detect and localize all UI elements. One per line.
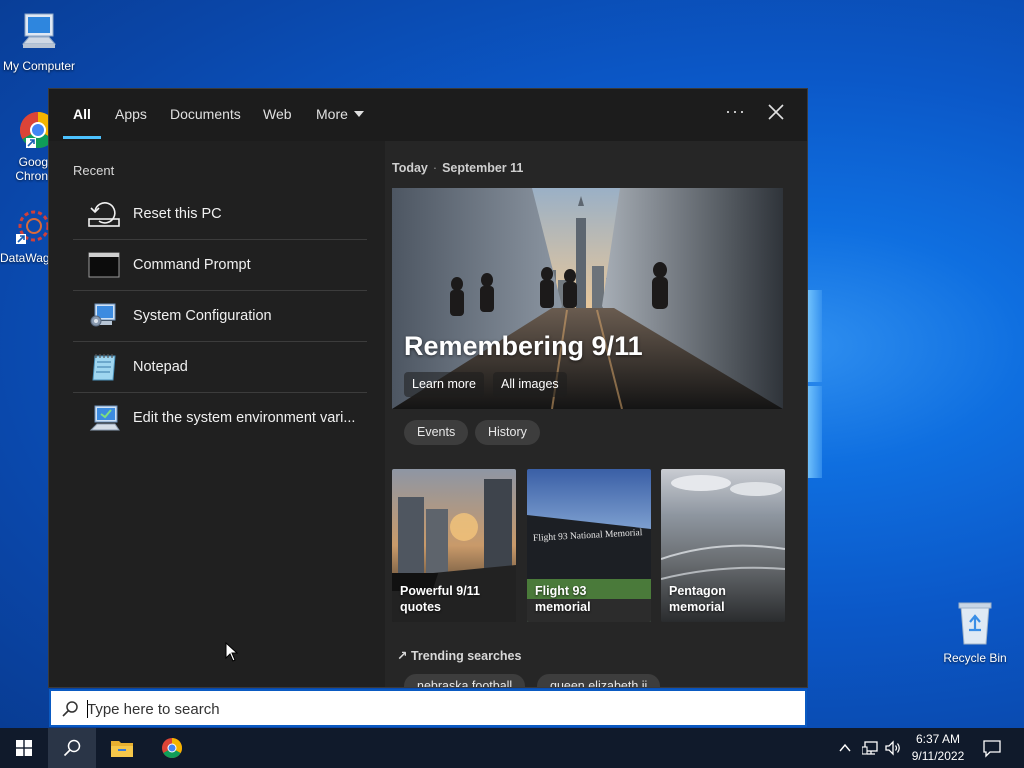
card-caption-line2: memorial: [669, 600, 725, 614]
desktop-icon-chrome[interactable]: Goog Chron: [0, 106, 48, 183]
history-chip[interactable]: History: [475, 420, 540, 445]
ellipsis-icon[interactable]: ···: [725, 101, 746, 122]
search-box[interactable]: [49, 689, 807, 727]
computer-icon: [21, 13, 57, 48]
card-caption: Powerful 9/11 quotes: [400, 583, 480, 615]
notepad-icon: [92, 354, 116, 381]
all-images-button[interactable]: All images: [493, 372, 567, 397]
recent-item-reset-pc[interactable]: Reset this PC: [73, 189, 367, 240]
search-panel: All Apps Documents Web More ··· Recent R…: [48, 88, 808, 688]
windows-logo-icon: [16, 740, 32, 756]
learn-more-button[interactable]: Learn more: [404, 372, 484, 397]
recycle-bin-icon: [958, 602, 992, 645]
tab-apps[interactable]: Apps: [115, 106, 147, 122]
recent-column: Recent Reset this PC Command Prompt Syst…: [49, 141, 385, 687]
command-prompt-icon: [88, 252, 120, 278]
start-button[interactable]: [0, 728, 48, 768]
recent-list: Reset this PC Command Prompt System Conf…: [73, 189, 367, 444]
recent-item-label: Reset this PC: [133, 206, 222, 222]
desktop-icon-label: Goog Chron: [15, 155, 48, 183]
desktop-icon-recycle-bin[interactable]: Recycle Bin: [936, 600, 1014, 665]
tab-documents[interactable]: Documents: [170, 106, 241, 122]
folder-icon: [111, 741, 133, 757]
card-pentagon-memorial[interactable]: Pentagon memorial: [661, 469, 785, 622]
card-caption: Pentagon memorial: [669, 583, 726, 615]
taskbar: 6:37 AM 9/11/2022: [0, 728, 1024, 768]
tab-web[interactable]: Web: [263, 106, 292, 122]
today-heading: Today · September 11: [392, 161, 524, 175]
clock-time: 6:37 AM: [915, 732, 961, 746]
recent-item-system-configuration[interactable]: System Configuration: [73, 291, 367, 342]
card-caption: Flight 93 memorial: [535, 583, 591, 615]
close-icon[interactable]: [767, 103, 785, 121]
hero-card[interactable]: Remembering 9/11 Learn more All images: [392, 188, 783, 409]
active-tab-indicator: [63, 136, 101, 139]
taskbar-search-button[interactable]: [48, 728, 96, 768]
clock-date: 9/11/2022: [911, 749, 965, 763]
chrome-icon: [19, 111, 48, 148]
card-flight-93-memorial[interactable]: Flight 93 National Memorial Flight 93 mem…: [527, 469, 651, 622]
chevron-up-icon[interactable]: [838, 740, 852, 756]
recent-item-label: Edit the system environment vari...: [133, 410, 356, 426]
card-caption-line1: Powerful 9/11: [400, 584, 480, 598]
recent-item-notepad[interactable]: Notepad: [73, 342, 367, 393]
card-caption-line2: memorial: [535, 600, 591, 614]
search-icon: [62, 701, 78, 717]
system-clock[interactable]: 6:37 AM 9/11/2022: [904, 731, 972, 765]
tab-more[interactable]: More: [316, 106, 364, 122]
search-tabs-bar: All Apps Documents Web More ···: [49, 89, 807, 141]
tab-all[interactable]: All: [73, 106, 91, 122]
network-icon[interactable]: [862, 739, 880, 757]
recent-item-label: System Configuration: [133, 308, 272, 324]
trending-chip[interactable]: queen elizabeth ii: [537, 674, 661, 687]
trending-chip[interactable]: nebraska football: [404, 674, 526, 687]
card-powerful-quotes[interactable]: Powerful 9/11 quotes: [392, 469, 516, 622]
datawag-icon: [16, 210, 48, 244]
windows-logo-wallpaper: [808, 290, 822, 480]
trending-title: Trending searches: [410, 649, 522, 663]
hero-title: Remembering 9/11: [404, 331, 643, 361]
taskbar-file-explorer[interactable]: [98, 728, 146, 768]
mouse-pointer-icon: [225, 642, 239, 662]
card-caption-line1: Pentagon: [669, 584, 726, 598]
volume-icon[interactable]: [884, 739, 902, 757]
desktop-icon-label: My Computer: [2, 59, 76, 73]
chrome-icon: [162, 738, 182, 758]
card-caption-line2: quotes: [400, 600, 441, 614]
recent-item-label: Notepad: [133, 359, 188, 375]
tab-more-label: More: [316, 106, 348, 122]
search-icon: [63, 739, 81, 757]
reset-pc-icon: [88, 202, 120, 227]
today-label: Today: [392, 161, 428, 175]
system-configuration-icon: [90, 303, 116, 327]
card-caption-line1: Flight 93: [535, 584, 587, 598]
desktop-icon-my-computer[interactable]: My Computer: [0, 10, 78, 73]
recent-item-system-environment[interactable]: Edit the system environment vari...: [73, 393, 367, 444]
desktop-icon-label: Recycle Bin: [943, 651, 1007, 665]
events-chip[interactable]: Events: [404, 420, 469, 445]
taskbar-chrome[interactable]: [148, 728, 196, 768]
recent-item-label: Command Prompt: [133, 257, 251, 273]
chevron-down-icon: [353, 111, 364, 117]
system-properties-icon: [89, 405, 120, 431]
desktop-icon-datawag[interactable]: DataWag: [0, 206, 48, 265]
desktop-icon-label: DataWag: [0, 251, 48, 265]
recent-heading: Recent: [73, 163, 115, 178]
highlights-column: Today · September 11 Remembering 9/11 Le…: [385, 141, 807, 687]
recent-item-command-prompt[interactable]: Command Prompt: [73, 240, 367, 291]
trending-arrow-icon: ↗: [397, 649, 408, 663]
search-input[interactable]: [87, 699, 767, 719]
today-date: September 11: [442, 161, 524, 175]
trending-heading: ↗ Trending searches: [397, 648, 521, 663]
notification-center-icon[interactable]: [982, 738, 1002, 758]
